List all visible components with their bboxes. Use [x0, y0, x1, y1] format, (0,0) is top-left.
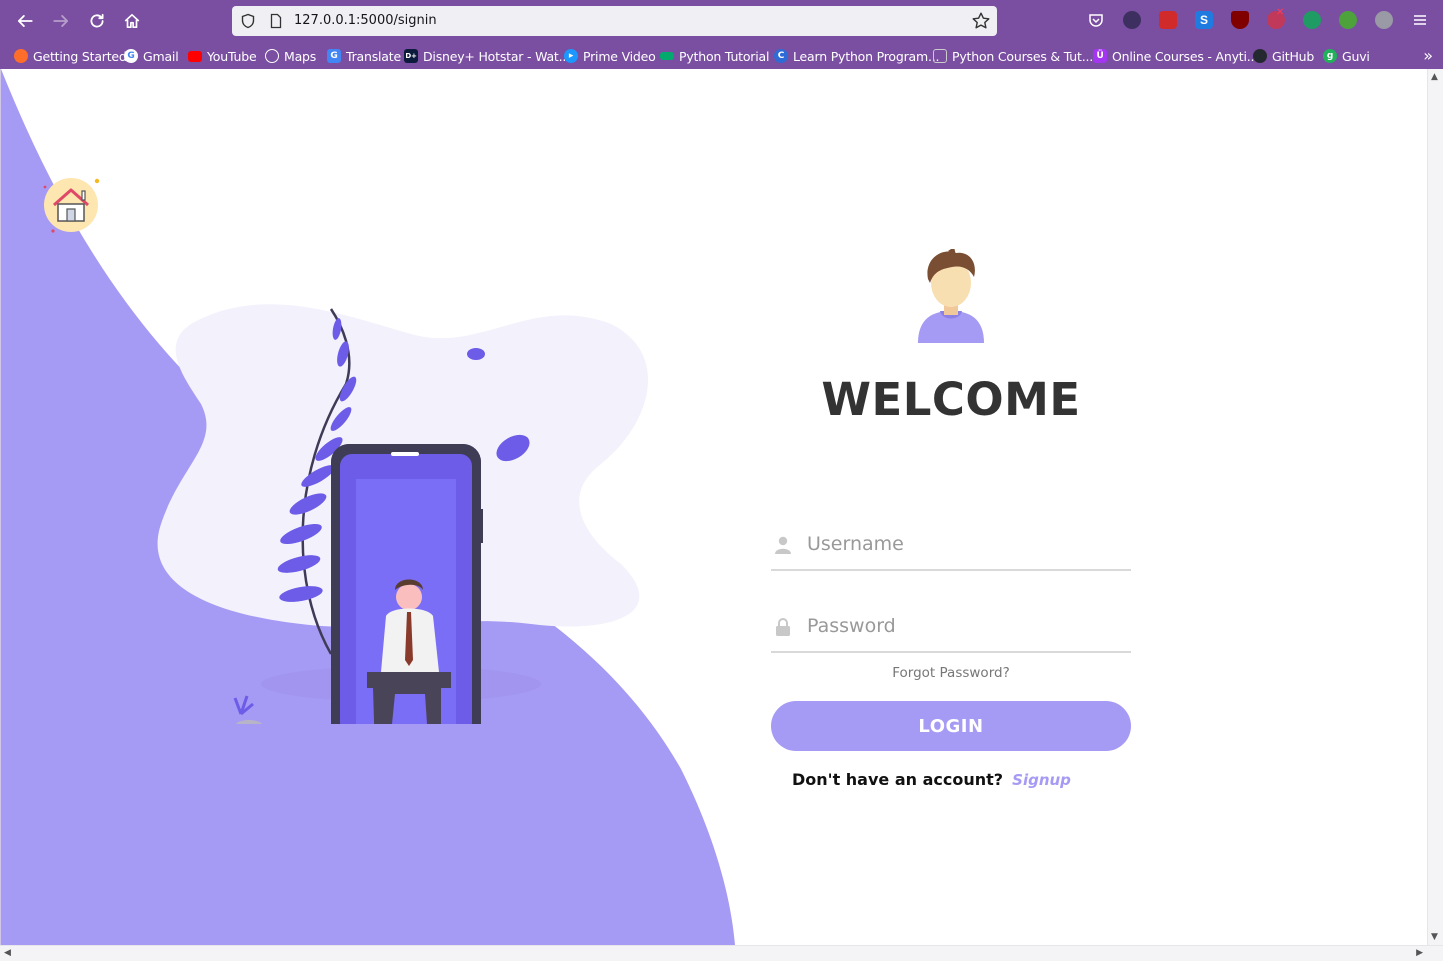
course-icon: [933, 49, 947, 63]
bookmark-guvi[interactable]: g Guvi: [1323, 47, 1370, 65]
bookmarks-bar: Getting Started G Gmail YouTube Maps G T…: [0, 42, 1443, 69]
scroll-left-icon[interactable]: ◀: [4, 948, 11, 958]
bookmark-prime-video[interactable]: ▸ Prime Video: [564, 47, 656, 65]
bookmark-label: Guvi: [1342, 48, 1370, 64]
bookmark-label: Online Courses - Anyti...: [1112, 48, 1259, 64]
bookmark-learn-python[interactable]: C Learn Python Program...: [774, 47, 939, 65]
forgot-password-link[interactable]: Forgot Password?: [771, 665, 1131, 681]
firefox-icon: [14, 49, 28, 63]
bookmark-star-icon[interactable]: [971, 11, 991, 31]
login-button[interactable]: LOGIN: [771, 701, 1131, 751]
signup-question: Don't have an account?: [792, 770, 1004, 789]
scroll-right-icon[interactable]: ▶: [1416, 948, 1423, 958]
bookmark-getting-started[interactable]: Getting Started: [14, 47, 127, 65]
prime-video-icon: ▸: [564, 49, 578, 63]
bookmark-label: Maps: [284, 48, 317, 64]
google-icon: G: [124, 49, 138, 63]
bookmark-label: Getting Started: [33, 48, 127, 64]
bookmark-label: Disney+ Hotstar - Wat...: [423, 48, 570, 64]
extension-s-icon[interactable]: S: [1195, 11, 1213, 29]
bookmark-python-tutorial[interactable]: Python Tutorial: [660, 47, 769, 65]
bookmark-translate[interactable]: G Translate: [327, 47, 401, 65]
bookmark-label: Python Tutorial: [679, 48, 770, 64]
welcome-heading: WELCOME: [821, 373, 1081, 426]
bookmark-label: Translate: [346, 48, 401, 64]
home-icon[interactable]: [120, 9, 144, 33]
translate-icon: G: [327, 49, 341, 63]
username-field[interactable]: [771, 521, 1131, 571]
bookmark-label: Prime Video: [583, 48, 656, 64]
youtube-icon: [188, 50, 202, 62]
udemy-icon: Ü: [1093, 49, 1107, 63]
signup-row: Don't have an account? Signup: [792, 770, 1071, 789]
menu-icon[interactable]: [1411, 11, 1429, 29]
extension-pen-icon[interactable]: [1159, 11, 1177, 29]
extension-shield-icon[interactable]: [1303, 11, 1321, 29]
bookmark-label: Learn Python Program...: [793, 48, 940, 64]
home-link[interactable]: [41, 173, 103, 235]
extension-leaf-icon[interactable]: [1339, 11, 1357, 29]
bookmark-python-courses[interactable]: Python Courses & Tut...: [933, 47, 1093, 65]
password-field[interactable]: [771, 603, 1131, 653]
bookmark-hotstar[interactable]: D+ Disney+ Hotstar - Wat...: [404, 47, 570, 65]
ublock-icon[interactable]: [1231, 11, 1249, 29]
username-input[interactable]: [807, 533, 1117, 555]
back-icon[interactable]: [13, 9, 37, 33]
url-text[interactable]: 127.0.0.1:5000/signin: [294, 13, 437, 28]
bookmark-gmail[interactable]: G Gmail: [124, 47, 179, 65]
extension-badge: ✕: [1276, 7, 1285, 18]
user-icon: [775, 536, 791, 554]
bookmark-youtube[interactable]: YouTube: [188, 47, 257, 65]
avatar: [918, 249, 984, 343]
house-icon: [43, 178, 100, 233]
tracking-shield-icon[interactable]: [240, 13, 256, 29]
bookmark-label: GitHub: [1272, 48, 1315, 64]
lock-icon: [776, 618, 790, 636]
bookmark-label: Gmail: [143, 48, 179, 64]
scroll-down-icon[interactable]: ▼: [1431, 932, 1438, 942]
signup-link[interactable]: Signup: [1012, 771, 1071, 789]
forward-icon[interactable]: [49, 9, 73, 33]
hotstar-icon: D+: [404, 49, 418, 63]
bookmark-maps[interactable]: Maps: [265, 47, 316, 65]
reload-icon[interactable]: [85, 9, 109, 33]
pocket-icon[interactable]: [1087, 11, 1105, 29]
w3schools-icon: [660, 52, 674, 60]
extension-globe-icon[interactable]: [1123, 11, 1141, 29]
browser-toolbar: 127.0.0.1:5000/signin S ✕: [0, 0, 1443, 42]
address-bar[interactable]: 127.0.0.1:5000/signin: [232, 6, 997, 36]
globe-icon: [265, 49, 279, 63]
vertical-scrollbar[interactable]: ▲ ▼: [1427, 69, 1443, 945]
bookmarks-overflow-icon[interactable]: »: [1423, 46, 1433, 65]
bookmark-github[interactable]: GitHub: [1253, 47, 1314, 65]
page-info-icon[interactable]: [268, 13, 284, 29]
extension-g-icon[interactable]: [1375, 11, 1393, 29]
scroll-up-icon[interactable]: ▲: [1431, 72, 1438, 82]
bookmark-label: YouTube: [207, 48, 257, 64]
github-icon: [1253, 49, 1267, 63]
programiz-icon: C: [774, 49, 788, 63]
guvi-icon: g: [1323, 49, 1337, 63]
login-illustration: [157, 304, 649, 724]
page-viewport: WELCOME Forgot Password? LOGIN Don't hav…: [0, 69, 1427, 945]
horizontal-scrollbar[interactable]: ◀ ▶: [0, 945, 1443, 961]
password-input[interactable]: [807, 615, 1117, 637]
bookmark-online-courses[interactable]: Ü Online Courses - Anyti...: [1093, 47, 1258, 65]
bookmark-label: Python Courses & Tut...: [952, 48, 1094, 64]
